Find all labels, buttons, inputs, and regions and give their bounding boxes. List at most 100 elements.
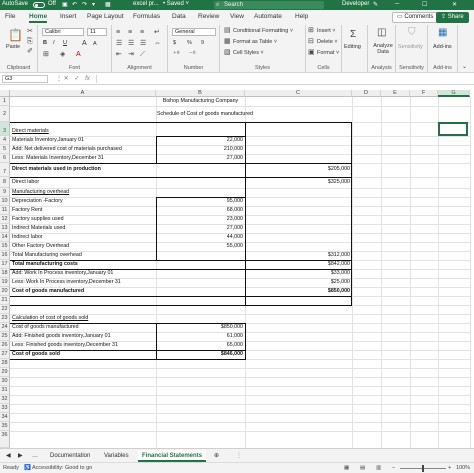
cell-b5[interactable]: 210,000 [156, 145, 244, 154]
row-header[interactable]: 5 [0, 145, 10, 154]
increase-indent-icon[interactable]: ⇥ [128, 51, 134, 59]
align-middle-icon[interactable]: ≡ [128, 29, 132, 37]
fx-icon[interactable]: fx [85, 76, 90, 82]
name-box[interactable]: G3 [2, 75, 48, 83]
cell-a20[interactable]: Cost of goods manufactured [11, 287, 156, 296]
comments-button[interactable]: ▭ Comments [392, 12, 439, 23]
grow-font-button[interactable]: A [82, 40, 87, 47]
cell-a5[interactable]: Add: Net delivered cost of materials pur… [11, 145, 156, 154]
cell-b6[interactable]: 27,000 [156, 154, 244, 163]
selected-cell-g3[interactable] [438, 122, 468, 136]
cell-b11[interactable]: 68,000 [156, 206, 244, 215]
borders-icon[interactable]: ⊞ [43, 51, 49, 59]
cell-a16[interactable]: Total Manufacturing overhead [11, 251, 156, 260]
bold-button[interactable]: B [43, 40, 47, 46]
row-header[interactable]: 28 [0, 359, 10, 368]
cell-a18[interactable]: Add: Work In Process inventory,January 0… [11, 269, 156, 278]
decrease-indent-icon[interactable]: ⇤ [116, 51, 122, 59]
editing-button[interactable]: Editing [344, 44, 361, 50]
cell-a7[interactable]: Direct materials used in production [11, 165, 156, 174]
row-header[interactable]: 20 [0, 287, 10, 296]
row-header[interactable]: 34 [0, 413, 10, 422]
format-button[interactable]: Format ˅ [317, 50, 339, 56]
page-break-view-icon[interactable]: ▥ [376, 463, 381, 473]
cell-a3[interactable]: Direct materials [11, 127, 156, 136]
report-subtitle[interactable]: Schedule of Cost of goods manufactured [156, 110, 253, 119]
tab-insert[interactable]: Insert [60, 13, 76, 20]
row-header[interactable]: 32 [0, 395, 10, 404]
align-left-icon[interactable]: ☰ [116, 40, 122, 48]
paste-label[interactable]: Paste [6, 44, 20, 50]
row-header[interactable]: 9 [0, 188, 10, 197]
cell-c20[interactable]: $850,000 [246, 287, 351, 296]
align-bottom-icon[interactable]: ≡ [140, 29, 144, 37]
paste-icon[interactable]: 📋 [8, 29, 23, 41]
cell-c17[interactable]: $842,000 [246, 260, 351, 269]
row-header[interactable]: 11 [0, 206, 10, 215]
cell-a4[interactable]: Materials Inventory,January 01 [11, 136, 156, 145]
row-header[interactable]: 4 [0, 136, 10, 145]
cell-c19[interactable]: $25,000 [246, 278, 351, 287]
prev-sheet-icon[interactable]: ◀ [2, 450, 15, 462]
percent-button[interactable]: % [187, 40, 192, 46]
increase-decimal-icon[interactable]: ⁺⁰ [173, 51, 180, 59]
cell-a26[interactable]: Cost of goods sold [11, 350, 156, 359]
cell-a10[interactable]: Depreciation -Factory [11, 197, 156, 206]
align-top-icon[interactable]: ≡ [116, 29, 120, 37]
column-header-d[interactable]: D [352, 90, 381, 97]
cell-b13[interactable]: 27,000 [156, 224, 244, 233]
next-sheet-icon[interactable]: ▶ [14, 450, 27, 462]
tab-scroll-icon[interactable]: ⋮ [232, 450, 246, 462]
row-header[interactable]: 13 [0, 224, 10, 233]
cell-b23[interactable]: $850,000 [157, 323, 244, 332]
underline-button[interactable]: U [63, 40, 67, 46]
editing-icon[interactable]: Σ [350, 30, 356, 40]
row-header[interactable]: 12 [0, 215, 10, 224]
column-header-f[interactable]: F [410, 90, 438, 97]
cell-a13[interactable]: Indirect Materials used [11, 224, 156, 233]
add-sheet-icon[interactable]: ⊕ [210, 450, 223, 462]
row-header[interactable]: 10 [0, 197, 10, 206]
customize-qat-icon[interactable]: ▾ [92, 1, 95, 8]
comma-button[interactable]: 9 [201, 40, 204, 46]
tab-automate[interactable]: Automate [254, 13, 282, 20]
cell-a9[interactable]: Manufacturing overhead [11, 188, 156, 197]
row-header[interactable]: 7 [0, 163, 10, 177]
report-title[interactable]: Bishop Manufacturing Company [156, 97, 245, 106]
insert-button[interactable]: Insert ˅ [317, 28, 336, 34]
cell-b12[interactable]: 23,000 [156, 215, 244, 224]
font-color-icon[interactable]: A [76, 51, 81, 59]
row-header[interactable]: 19 [0, 278, 10, 287]
merge-center-icon[interactable]: ⇔ [154, 40, 161, 48]
cell-styles-button[interactable]: Cell Styles ˅ [233, 50, 264, 56]
row-header[interactable]: 3 [0, 122, 10, 136]
fill-color-icon[interactable]: ◈ [60, 51, 65, 59]
tab-help[interactable]: Help [295, 13, 308, 20]
tab-page-layout[interactable]: Page Layout [87, 13, 124, 20]
cell-a22[interactable]: Calculation of cost of goods sold [11, 314, 156, 323]
column-header-c[interactable]: C [245, 90, 352, 97]
cell-a14[interactable]: Indirect labor [11, 233, 156, 242]
row-header[interactable]: 6 [0, 154, 10, 163]
row-header[interactable]: 30 [0, 377, 10, 386]
collapse-ribbon-icon[interactable]: ⌄ [462, 63, 467, 71]
cell-b25[interactable]: 65,000 [157, 341, 244, 350]
zoom-slider-thumb[interactable] [422, 465, 424, 472]
cell-c18[interactable]: $33,000 [246, 269, 351, 278]
sheet-tab-financial-statements[interactable]: Financial Statements [138, 450, 207, 462]
column-header-a[interactable]: A [10, 90, 156, 97]
cell-c16[interactable]: $312,000 [246, 251, 351, 260]
zoom-level[interactable]: 100% [456, 463, 470, 473]
cell-b26[interactable]: $846,000 [157, 350, 244, 359]
row-header[interactable]: 27 [0, 350, 10, 359]
delete-button[interactable]: Delete ˅ [317, 39, 338, 45]
minimize-icon[interactable]: ─ [395, 1, 399, 7]
align-right-icon[interactable]: ☰ [140, 40, 146, 48]
redo-icon[interactable]: ↷ [82, 1, 87, 8]
format-painter-icon[interactable]: ✐ [27, 48, 33, 56]
cancel-icon[interactable]: ✕ [64, 76, 69, 82]
conditional-formatting-button[interactable]: Conditional Formatting ˅ [233, 28, 293, 34]
row-header[interactable]: 24 [0, 323, 10, 332]
autosave-toggle[interactable] [33, 2, 45, 8]
accessibility-status[interactable]: Accessibility: Good to go [32, 463, 92, 473]
